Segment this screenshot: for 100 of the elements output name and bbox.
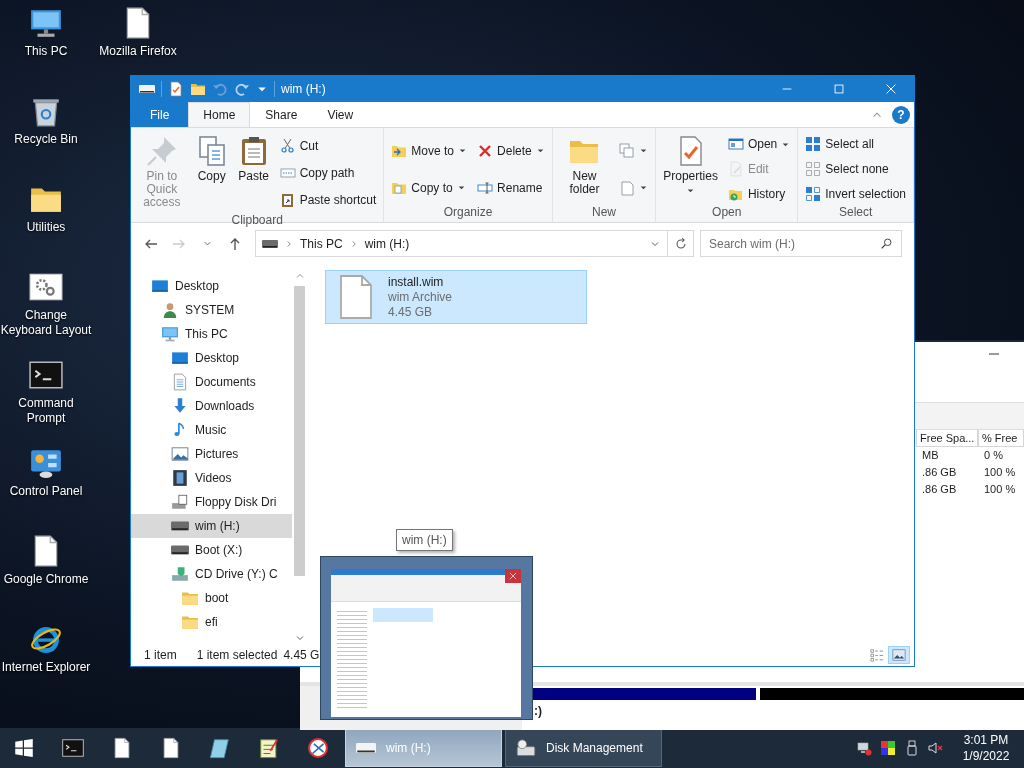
ribbon-tab[interactable]: Home — [188, 102, 251, 127]
ribbon-button[interactable]: Rename — [474, 177, 548, 198]
tree-item[interactable]: SYSTEM — [131, 298, 292, 322]
tree-item[interactable]: Music — [131, 418, 292, 442]
tree-item[interactable]: Videos — [131, 466, 292, 490]
group-label: Select — [837, 205, 874, 221]
ribbon-button[interactable]: History — [724, 183, 794, 204]
caret-icon — [456, 183, 466, 192]
table-cell-text: .86 GB — [921, 465, 958, 480]
tree-item[interactable]: efi — [131, 610, 292, 634]
search-icon — [880, 237, 893, 250]
address-bar[interactable]: This PC wim (H:) — [255, 230, 668, 257]
redo-icon[interactable] — [234, 81, 250, 97]
select-all-icon — [805, 136, 822, 153]
notepad-icon — [257, 737, 280, 759]
tree-item[interactable]: This PC — [131, 322, 292, 346]
tree-item[interactable]: Documents — [131, 370, 292, 394]
tree-item[interactable]: wim (H:) — [131, 514, 292, 538]
details-view-icon — [870, 648, 884, 662]
monitor-icon — [161, 325, 179, 343]
selection-info: 1 item selected — [196, 648, 278, 662]
tree-item[interactable]: Desktop — [131, 274, 292, 298]
tree-item[interactable]: Desktop — [131, 346, 292, 370]
table-cell-text: .86 GB — [921, 482, 958, 497]
terminal-icon — [61, 737, 84, 759]
copy-path-icon — [279, 165, 296, 181]
desktop-icon-label[interactable]: Mozilla Firefox — [92, 44, 184, 59]
network-icon[interactable] — [856, 740, 872, 756]
volume-label: :) — [533, 703, 543, 720]
ribbon-button[interactable]: Paste shortcut — [276, 190, 380, 211]
ribbon-button[interactable]: Copy path — [276, 163, 380, 183]
select-none-icon — [805, 161, 822, 177]
tree-item[interactable]: CD Drive (Y:) C — [131, 562, 292, 586]
usb-drive-icon[interactable] — [904, 740, 920, 756]
search-field[interactable]: Search wim (H:) — [700, 230, 902, 257]
tree-item[interactable]: Boot (X:) — [131, 538, 292, 562]
desktop-icon-label[interactable]: Internet Explorer — [0, 660, 92, 675]
close-icon — [884, 82, 898, 96]
windows-logo-icon — [14, 738, 34, 758]
column-header[interactable]: Free Spa... — [916, 430, 978, 447]
refresh-button[interactable] — [667, 230, 694, 257]
item-count: 1 item — [144, 648, 177, 662]
delete-icon — [477, 142, 494, 159]
desktop-icon-label[interactable]: Control Panel — [0, 484, 92, 499]
properties-icon[interactable] — [168, 81, 184, 97]
tree-item[interactable]: Pictures — [131, 442, 292, 466]
picture-icon — [171, 445, 189, 463]
ribbon-button[interactable]: Select none — [802, 159, 909, 179]
desktop-icon-label[interactable]: Command Prompt — [0, 396, 92, 426]
clock-time[interactable]: 3:01 PM — [963, 732, 1009, 748]
invert-selection-icon — [805, 185, 822, 202]
group-label: Clipboard — [230, 213, 284, 229]
desktop-icon-label[interactable]: Change Keyboard Layout — [0, 308, 92, 338]
folder-icon — [181, 613, 199, 631]
desktop-icon — [171, 349, 189, 367]
caret-icon — [458, 146, 468, 155]
ribbon-button[interactable]: Copy to — [388, 177, 471, 198]
close-button[interactable] — [505, 569, 521, 583]
desktop-icon — [151, 277, 169, 295]
view-button[interactable] — [888, 646, 910, 664]
ribbon-button[interactable]: Select all — [802, 134, 909, 155]
caret-icon — [535, 146, 545, 155]
ribbon-button[interactable]: Delete — [474, 140, 548, 161]
window-preview[interactable] — [320, 556, 533, 720]
desktop-icon-label[interactable]: This PC — [0, 44, 92, 59]
ribbon-button[interactable]: Move to — [388, 140, 471, 161]
ribbon-button[interactable]: Invert selection — [802, 183, 909, 204]
column-header[interactable]: % Free — [978, 430, 1024, 447]
ribbon-button[interactable]: Open — [724, 134, 794, 155]
refresh-icon — [673, 236, 688, 251]
text-document-icon — [171, 373, 189, 391]
ribbon-button[interactable]: New folder — [556, 131, 613, 200]
tooltip: wim (H:) — [396, 529, 453, 551]
file-item[interactable]: install.wim wim Archive 4.45 GB — [325, 270, 587, 324]
open-icon — [727, 136, 744, 153]
ribbon-tab[interactable]: Share — [250, 102, 313, 127]
help-button[interactable]: ? — [892, 105, 910, 124]
large-icons-view-icon — [892, 648, 906, 662]
taskbar-window-button[interactable]: Disk Management — [505, 729, 662, 767]
tree-item[interactable]: Floppy Disk Dri — [131, 490, 292, 514]
desktop-icon-label[interactable]: Recycle Bin — [0, 132, 92, 147]
rename-icon — [477, 179, 494, 196]
ribbon-button[interactable]: Paste — [234, 131, 273, 187]
group-label: Organize — [442, 205, 494, 221]
desktop-icon-label[interactable]: Utilities — [0, 220, 92, 235]
desktop-icon-label[interactable]: Google Chrome — [0, 572, 92, 587]
ribbon-button[interactable]: Properties — [660, 131, 721, 199]
speaker-muted-icon[interactable] — [928, 740, 944, 756]
cd-drive-icon — [171, 565, 189, 583]
caret-icon — [639, 183, 649, 192]
ribbon-tab[interactable]: View — [312, 102, 369, 127]
maximize-icon — [832, 82, 846, 96]
clock-date[interactable]: 1/9/2022 — [962, 748, 1010, 764]
color-grid-icon[interactable] — [880, 740, 896, 756]
file-menu-tab[interactable]: File — [131, 102, 189, 127]
tree-item[interactable]: Downloads — [131, 394, 292, 418]
tree-item[interactable]: boot — [131, 586, 292, 610]
ribbon-button[interactable]: Cut — [276, 135, 380, 156]
caret-icon — [639, 146, 649, 155]
ribbon-button[interactable]: Copy — [192, 131, 231, 187]
